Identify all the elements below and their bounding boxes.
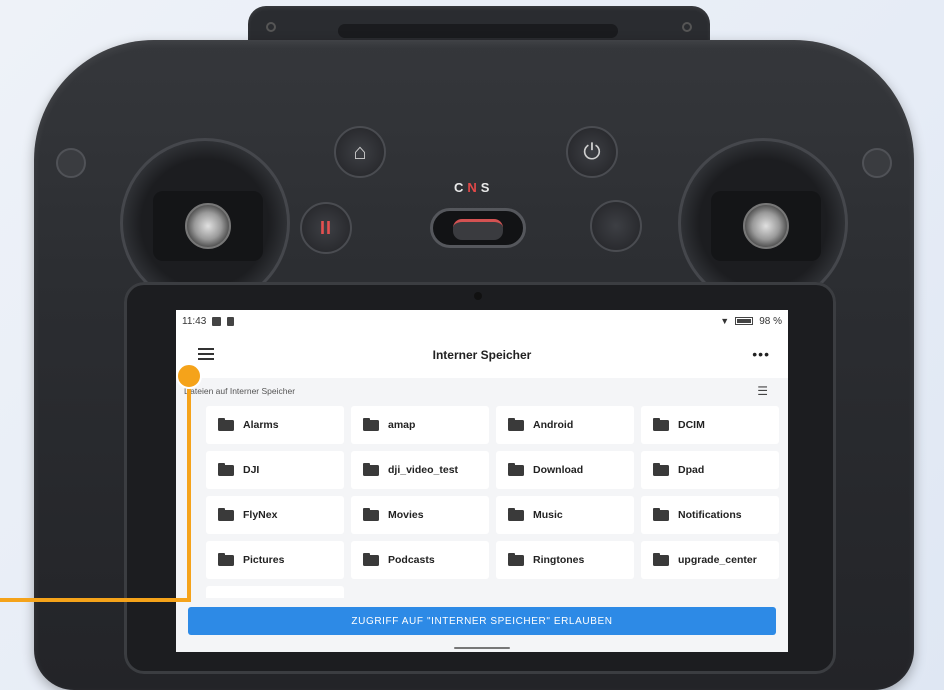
power-button: ⏻ [566,126,618,178]
left-side-button [56,148,86,178]
folder-item[interactable]: Android [496,406,634,444]
folder-icon [653,507,669,521]
section-header: Dateien auf Interner Speicher ☰ [184,378,770,404]
folder-item[interactable]: DJI [206,451,344,489]
callout-line-horizontal [0,598,191,602]
folder-icon [363,417,379,431]
folder-item[interactable]: dji_video_test [351,451,489,489]
folder-label: DJI [243,464,260,476]
folder-label: dji_video_test [388,464,459,476]
folder-icon [653,462,669,476]
folder-label: DCIM [678,419,705,431]
folder-icon [653,552,669,566]
right-control-stick [743,203,789,249]
folder-label: Android [533,419,574,431]
folder-label: amap [388,419,416,431]
folder-grid: Alarms amap Android DCIM DJI dji_video_test Do… [206,406,779,579]
folder-label: Download [533,464,584,476]
folder-item[interactable]: Download [496,451,634,489]
folder-icon [363,462,379,476]
folder-item[interactable]: Ringtones [496,541,634,579]
antenna-screw-icon [266,22,276,32]
folder-label: Pictures [243,554,285,566]
right-side-button [862,148,892,178]
allow-access-button[interactable]: ZUGRIFF AUF "INTERNER SPEICHER" ERLAUBEN [188,607,776,635]
list-view-icon[interactable]: ☰ [757,384,768,398]
folder-item[interactable]: upgrade_center [641,541,779,579]
gallery-notification-icon [212,316,222,326]
flight-mode-switch [430,208,526,248]
folder-icon [218,417,234,431]
more-options-icon[interactable]: ••• [752,346,770,362]
folder-icon [508,462,524,476]
battery-icon [735,317,754,325]
folder-icon [508,552,524,566]
folder-item[interactable]: Podcasts [351,541,489,579]
folder-icon [218,507,234,521]
folder-item[interactable]: amap [351,406,489,444]
folder-item[interactable]: FlyNex [206,496,344,534]
folder-label: Alarms [243,419,279,431]
pause-button: II [300,202,352,254]
folder-item[interactable]: Alarms [206,406,344,444]
app-bar: Interner Speicher ••• [176,332,788,378]
folder-icon [218,552,234,566]
folder-label: Movies [388,509,424,521]
folder-label: Ringtones [533,554,585,566]
folder-icon [218,462,234,476]
folder-icon [363,507,379,521]
battery-percent: 98 % [759,315,782,327]
folder-label: Dpad [678,464,705,476]
left-control-stick [185,203,231,249]
folder-item[interactable]: Movies [351,496,489,534]
device-screen: 11:43 ▼ 98 % Interner Speicher ••• Datei… [176,310,788,652]
folder-label: Notifications [678,509,742,521]
folder-icon [653,417,669,431]
folder-label: upgrade_center [678,554,757,566]
hamburger-menu-icon[interactable] [198,348,214,360]
folder-label: Music [533,509,563,521]
wifi-icon: ▼ [720,316,730,326]
five-dimension-button [590,200,642,252]
sd-card-notification-icon [227,316,235,326]
folder-icon [508,417,524,431]
folder-card-partial[interactable] [206,586,344,598]
home-icon: ⌂ [353,139,367,164]
folder-label: Podcasts [388,554,435,566]
front-camera [474,292,482,300]
section-label: Dateien auf Interner Speicher [184,386,296,396]
folder-item[interactable]: Music [496,496,634,534]
callout-line-vertical [187,386,191,601]
gesture-nav-handle[interactable] [454,647,510,649]
folder-item[interactable]: Notifications [641,496,779,534]
folder-item[interactable]: DCIM [641,406,779,444]
return-to-home-button: ⌂ [334,126,386,178]
folder-item[interactable]: Dpad [641,451,779,489]
folder-item[interactable]: Pictures [206,541,344,579]
callout-marker [176,363,202,389]
status-bar: 11:43 ▼ 98 % [176,310,788,332]
folder-label: FlyNex [243,509,278,521]
file-browser: Dateien auf Interner Speicher ☰ Alarms am… [176,378,788,598]
antenna-screw-icon [682,22,692,32]
status-time: 11:43 [182,315,207,327]
power-icon: ⏻ [583,139,601,164]
pause-icon: II [319,217,332,238]
folder-icon [508,507,524,521]
flight-mode-label: CNS [454,180,494,195]
folder-icon [363,552,379,566]
page-title: Interner Speicher [432,348,532,362]
